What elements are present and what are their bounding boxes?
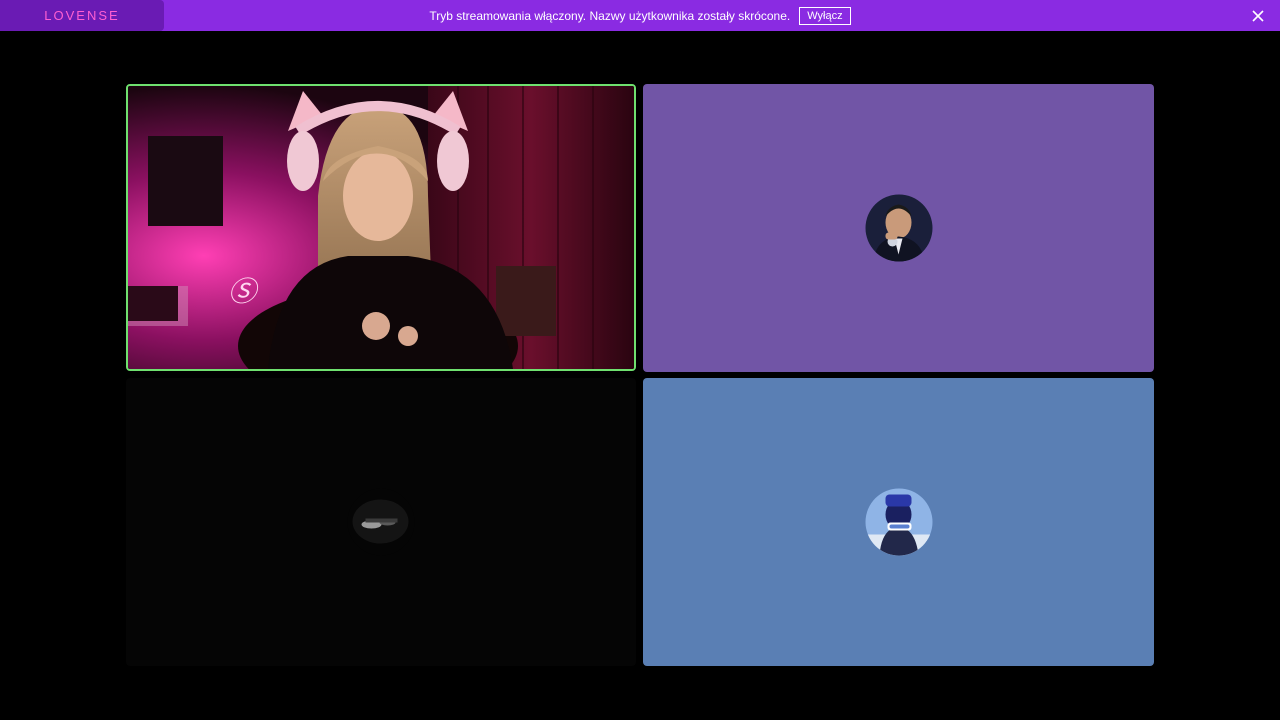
- disable-streaming-button[interactable]: Wyłącz: [799, 6, 851, 25]
- participant-avatar: [865, 194, 932, 262]
- lovense-logo[interactable]: LOVENSE: [0, 0, 164, 31]
- participant-tile[interactable]: [126, 378, 636, 666]
- video-call-grid: Ⓢ: [126, 84, 1154, 666]
- svg-text:Ⓢ: Ⓢ: [228, 277, 260, 308]
- participant-tile[interactable]: [643, 84, 1154, 372]
- close-icon[interactable]: [1249, 7, 1266, 24]
- participant-video-tile[interactable]: Ⓢ: [126, 84, 636, 371]
- participant-video-feed: Ⓢ: [128, 86, 634, 369]
- streaming-mode-message: Tryb streamowania włączony. Nazwy użytko…: [429, 8, 791, 23]
- participant-avatar: [865, 488, 932, 556]
- participant-tile[interactable]: [643, 378, 1154, 666]
- streaming-mode-banner: LOVENSE Tryb streamowania włączony. Nazw…: [0, 0, 1280, 31]
- participant-avatar: [347, 488, 415, 556]
